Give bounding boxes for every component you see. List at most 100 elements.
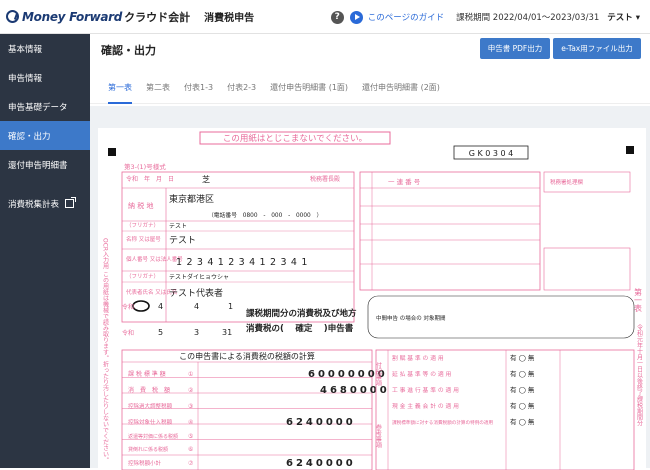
side-mark-5: 有 ◯ 無 <box>510 417 535 426</box>
app-name: 消費税申告 <box>204 13 255 24</box>
selected-mark <box>132 300 150 312</box>
sidebar-item-base-data[interactable]: 申告基礎データ <box>0 92 90 121</box>
side-mark-3: 有 ◯ 無 <box>510 385 535 394</box>
tab-form-1[interactable]: 第一表 <box>108 72 132 104</box>
form-preview-area[interactable]: この用紙はとじこまないでください。 G K 0 3 0 4 第3-(1)号様式 … <box>90 106 650 470</box>
form-title-1: 課税期間分の消費税及び地方 <box>246 308 357 319</box>
form-code: G K 0 3 0 4 <box>469 149 514 158</box>
furigana-label: （フリガナ） <box>126 221 159 229</box>
corner-marker <box>626 146 634 154</box>
sidebar-item-label: 基本情報 <box>8 44 43 55</box>
right-form-label: 第一表 <box>634 287 643 313</box>
etax-file-output-button[interactable]: e-Tax用ファイル出力 <box>553 38 641 59</box>
row-no-4: ④ <box>188 419 193 426</box>
sidebar-item-label: 申告基礎データ <box>8 102 68 113</box>
row-label-5: 返還等対価に係る税額 <box>128 433 178 440</box>
tab-refund-statement-2[interactable]: 還付申告明細書 (2面) <box>362 72 440 104</box>
to-month: 3 <box>194 328 199 337</box>
side-item-1: 割 賦 基 準 の 適 用 <box>392 354 444 362</box>
sidebar-item-label: 還付申告明細書 <box>8 160 68 171</box>
external-link-icon <box>65 197 77 208</box>
play-icon[interactable] <box>349 10 363 24</box>
date-label: 令和 年 月 日 <box>126 175 174 183</box>
taxpayer-block <box>121 171 355 323</box>
table-title: この申告書による消費税の税額の計算 <box>179 351 315 361</box>
side-item-5: 課税標準額に対する消費税額の計算の特例の適用 <box>392 419 493 426</box>
side-mark-4: 有 ◯ 無 <box>510 401 535 410</box>
address-label: 納 税 地 <box>128 201 153 210</box>
sidebar-item-filing-info[interactable]: 申告情報 <box>0 63 90 92</box>
tab-appendix-2-3[interactable]: 付表2-3 <box>227 72 256 104</box>
row-no-5: ⑤ <box>188 433 193 440</box>
side-item-3: 工 事 進 行 基 準 の 適 用 <box>392 386 459 394</box>
sidebar-item-tax-summary[interactable]: 消費税集計表 <box>0 189 90 218</box>
row-value-4: 6240000 <box>286 417 356 428</box>
brand-name: Money Forward <box>22 9 123 24</box>
tab-appendix-1-3[interactable]: 付表1-3 <box>184 72 213 104</box>
id-label: 個人番号 又は法人番号 <box>126 255 183 263</box>
from-year: 4 <box>158 302 163 311</box>
tax-period: 課税期間 2022/04/01〜2023/03/31 <box>456 13 600 23</box>
sidebar-item-confirm-output[interactable]: 確認・出力 <box>0 121 90 150</box>
row-label-7: 控除税額小計 <box>128 459 162 467</box>
row-label-4: 控除対象仕入税額 <box>128 418 173 426</box>
moneyforward-logo-icon <box>6 10 19 23</box>
product-name: クラウド会計 <box>124 10 191 24</box>
row-no-3: ③ <box>188 403 193 410</box>
form-title-2: 消費税の( 確定 )申告書 <box>246 323 354 334</box>
row-label-6: 貸倒れに係る税額 <box>128 446 168 453</box>
app-logo[interactable]: Money Forward クラウド会計 <box>6 9 190 25</box>
right-note: 令和元年十月一日以後終了課税期間分 <box>636 323 643 427</box>
corner-marker <box>108 148 116 156</box>
sidebar-item-label: 消費税集計表 <box>8 199 60 210</box>
interim-label: 中間申告 の場合の 対象期間 <box>376 314 446 322</box>
row-no-2: ② <box>188 387 194 394</box>
sidebar-item-label: 申告情報 <box>8 73 43 84</box>
row-no-6: ⑥ <box>188 446 193 453</box>
to-era: 令和 <box>122 329 134 337</box>
side-mark-1: 有 ◯ 無 <box>510 353 535 362</box>
serial-label: 一 連 番 号 <box>388 177 421 186</box>
sidebar-item-refund-statement[interactable]: 還付申告明細書 <box>0 150 90 179</box>
side-item-4: 現 金 主 義 会 計 の 適 用 <box>392 402 459 410</box>
row-label-3: 控除過大調整税額 <box>128 402 173 410</box>
id-number: 1234123412341 <box>176 257 312 268</box>
office-name: 芝 <box>202 174 210 184</box>
top-bar: Money Forward クラウド会計 消費税申告 ? このページのガイド 課… <box>0 0 650 34</box>
sidebar-item-basic-info[interactable]: 基本情報 <box>0 34 90 63</box>
notes-table <box>375 349 635 470</box>
sidebar: 基本情報 申告情報 申告基礎データ 確認・出力 還付申告明細書 消費税集計表 <box>0 34 90 468</box>
name-label: 名称 又は屋号 <box>126 235 161 243</box>
row-value-7: 6240000 <box>286 458 356 469</box>
phone-number: （電話番号 0800 - 000 - 0000 ） <box>208 211 322 219</box>
office-use-block <box>359 171 541 291</box>
row-label-1: 課 税 標 準 額 <box>128 370 166 378</box>
from-day: 1 <box>228 302 233 311</box>
to-day: 31 <box>222 328 232 337</box>
side-header: 付記事項 <box>375 361 382 387</box>
ocr-note: OCR入力用 この用紙は機械で読み取ります。折ったり汚したりしないでください。 <box>102 238 109 463</box>
rep-furigana-label: （フリガナ） <box>126 272 159 280</box>
address-value: 東京都港区 <box>169 193 214 205</box>
furigana-value: テスト <box>169 223 187 230</box>
rep-furigana: テストダイヒョウシャ <box>169 273 229 281</box>
form-number: 第3-(1)号様式 <box>124 162 166 171</box>
user-menu[interactable]: テスト ▾ <box>607 11 640 23</box>
name-value: テスト <box>169 235 196 246</box>
row-no-1: ① <box>188 371 193 378</box>
pdf-output-button[interactable]: 申告書 PDF出力 <box>480 38 550 59</box>
page-guide-link[interactable]: このページのガイド <box>368 11 444 23</box>
side-header-2: 参考事項 <box>375 423 382 449</box>
tab-form-2[interactable]: 第二表 <box>146 72 170 104</box>
tab-refund-statement-1[interactable]: 還付申告明細書 (1面) <box>270 72 348 104</box>
tax-form-page: この用紙はとじこまないでください。 G K 0 3 0 4 第3-(1)号様式 … <box>98 128 646 470</box>
tax-form-drawing: この用紙はとじこまないでください。 G K 0 3 0 4 第3-(1)号様式 … <box>102 131 643 470</box>
from-month: 4 <box>194 302 199 311</box>
banner-text: この用紙はとじこまないでください。 <box>223 133 367 144</box>
sidebar-item-label: 確認・出力 <box>8 131 51 142</box>
row-label-2: 消 費 税 額 <box>128 386 170 394</box>
row-no-7: ⑦ <box>188 460 194 467</box>
form-tabs: 第一表 第二表 付表1-3 付表2-3 還付申告明細書 (1面) 還付申告明細書… <box>90 72 650 104</box>
tax-office-label: 税務署処理欄 <box>550 178 584 186</box>
question-icon[interactable]: ? <box>330 10 344 24</box>
